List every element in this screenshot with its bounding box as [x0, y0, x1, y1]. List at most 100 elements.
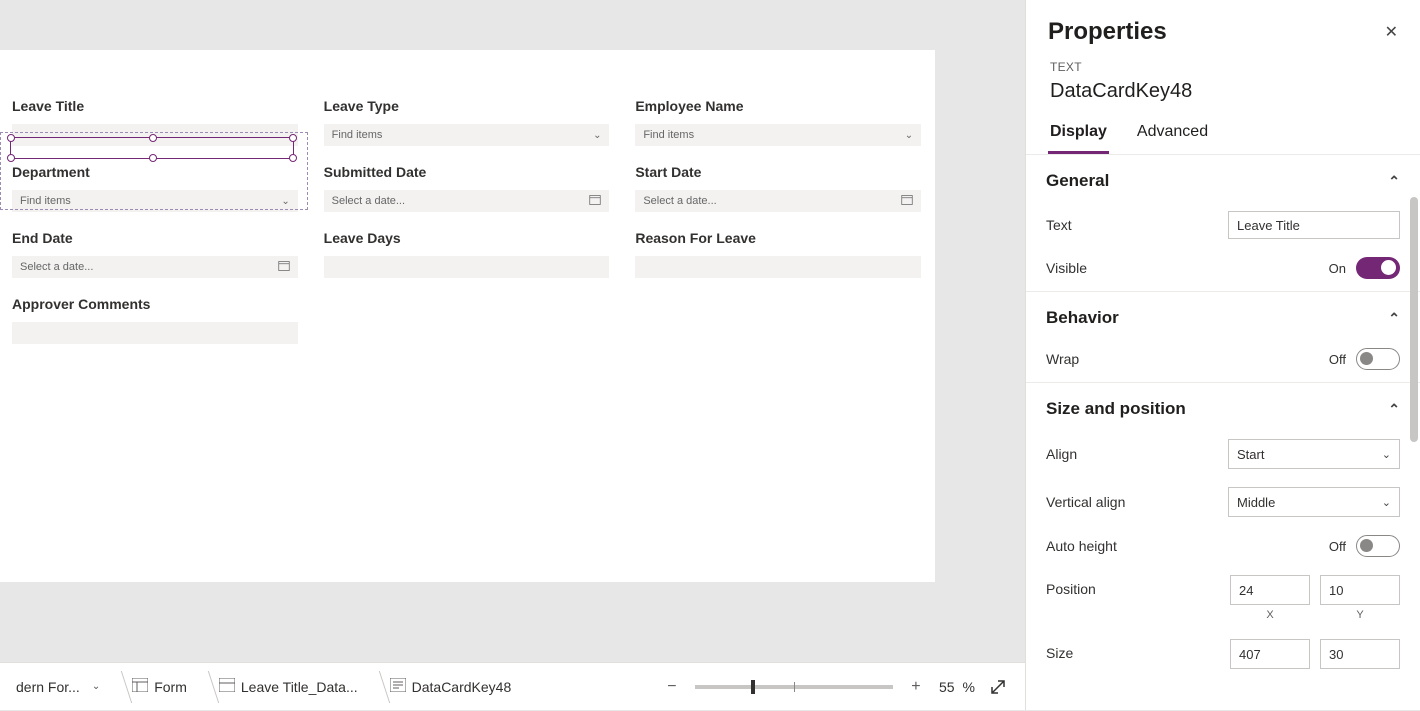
- breadcrumb-item-form[interactable]: Form: [122, 674, 197, 699]
- breadcrumb-item-datacard[interactable]: Leave Title_Data...: [209, 674, 368, 699]
- card-reason-for-leave[interactable]: Reason For Leave: [623, 212, 935, 278]
- chevron-up-icon: ⌃: [1388, 401, 1400, 418]
- position-y-input[interactable]: [1320, 575, 1400, 605]
- text-value-input[interactable]: [1228, 211, 1400, 239]
- valign-select[interactable]: Middle ⌄: [1228, 487, 1400, 517]
- card-icon: [219, 678, 235, 695]
- size-width-input[interactable]: [1230, 639, 1310, 669]
- form-icon: [132, 678, 148, 695]
- section-title: General: [1046, 171, 1109, 191]
- text-input[interactable]: [324, 256, 610, 278]
- prop-vertical-align: Vertical align Middle ⌄: [1044, 481, 1402, 529]
- chevron-down-icon[interactable]: ⌄: [92, 681, 100, 692]
- prop-label: Align: [1046, 446, 1228, 462]
- toggle-state-text: Off: [1329, 352, 1346, 367]
- breadcrumb-item-control[interactable]: DataCardKey48: [380, 674, 522, 699]
- size-height-input[interactable]: [1320, 639, 1400, 669]
- selected-control-outline[interactable]: [10, 137, 294, 159]
- card-approver-comments[interactable]: Approver Comments: [0, 278, 312, 344]
- chevron-down-icon: ⌄: [593, 130, 601, 141]
- date-input[interactable]: Select a date...: [12, 256, 298, 278]
- canvas-area: Leave Title Leave Type Find items ⌄ Empl…: [0, 0, 1025, 710]
- position-x-input[interactable]: [1230, 575, 1310, 605]
- breadcrumb-label: DataCardKey48: [412, 679, 512, 695]
- expand-icon[interactable]: [989, 678, 1007, 696]
- card-label: Reason For Leave: [635, 230, 927, 246]
- date-input[interactable]: Select a date...: [635, 190, 921, 212]
- placeholder: Select a date...: [20, 261, 93, 273]
- breadcrumb-separator: [110, 663, 122, 711]
- prop-auto-height: Auto height Off: [1044, 529, 1402, 569]
- card-submitted-date[interactable]: Submitted Date Select a date...: [312, 146, 624, 212]
- resize-handle[interactable]: [289, 154, 297, 162]
- dropdown-input[interactable]: Find items ⌄: [324, 124, 610, 146]
- chevron-down-icon: ⌄: [905, 130, 913, 141]
- prop-visible: Visible On: [1044, 251, 1402, 291]
- section-size-position: Size and position ⌃ Align Start ⌄ Vertic…: [1026, 383, 1420, 681]
- slider-thumb[interactable]: [751, 680, 755, 694]
- panel-title: Properties: [1048, 18, 1167, 46]
- prop-wrap: Wrap Off: [1044, 342, 1402, 382]
- zoom-slider[interactable]: [695, 685, 893, 689]
- text-control-icon: [390, 678, 406, 695]
- tab-display[interactable]: Display: [1048, 117, 1109, 154]
- chevron-down-icon: ⌄: [1382, 496, 1391, 509]
- select-value: Start: [1237, 447, 1264, 462]
- text-input[interactable]: [635, 256, 921, 278]
- wrap-toggle[interactable]: [1356, 348, 1400, 370]
- section-header[interactable]: Behavior ⌃: [1044, 292, 1402, 342]
- resize-handle[interactable]: [7, 154, 15, 162]
- properties-panel: Properties ✕ TEXT DataCardKey48 Display …: [1025, 0, 1420, 710]
- section-title: Behavior: [1046, 308, 1119, 328]
- prop-label: Position: [1046, 575, 1230, 597]
- resize-handle[interactable]: [149, 134, 157, 142]
- control-name: DataCardKey48: [1026, 74, 1420, 117]
- prop-label: Wrap: [1046, 351, 1329, 367]
- text-input[interactable]: [12, 322, 298, 344]
- calendar-icon: [901, 194, 913, 209]
- prop-label: Auto height: [1046, 538, 1329, 554]
- chevron-up-icon: ⌃: [1388, 310, 1400, 327]
- card-label: Leave Type: [324, 98, 616, 114]
- section-header[interactable]: Size and position ⌃: [1044, 383, 1402, 433]
- breadcrumb-separator: [197, 663, 209, 711]
- card-employee-name[interactable]: Employee Name Find items ⌄: [623, 80, 935, 146]
- align-select[interactable]: Start ⌄: [1228, 439, 1400, 469]
- resize-handle[interactable]: [289, 134, 297, 142]
- chevron-down-icon: ⌄: [1382, 448, 1391, 461]
- zoom-in-button[interactable]: +: [907, 678, 925, 696]
- axis-label-x: X: [1266, 609, 1273, 621]
- placeholder: Find items: [643, 129, 694, 141]
- prop-label: Text: [1046, 217, 1228, 233]
- autoheight-toggle[interactable]: [1356, 535, 1400, 557]
- card-label: Leave Days: [324, 230, 616, 246]
- breadcrumb-label: dern For...: [16, 679, 80, 695]
- breadcrumb-item-screen[interactable]: dern For... ⌄: [6, 675, 110, 699]
- card-leave-days[interactable]: Leave Days: [312, 212, 624, 278]
- resize-handle[interactable]: [149, 154, 157, 162]
- card-leave-type[interactable]: Leave Type Find items ⌄: [312, 80, 624, 146]
- section-title: Size and position: [1046, 399, 1186, 419]
- zoom-value: 55: [939, 679, 955, 695]
- select-value: Middle: [1237, 495, 1275, 510]
- chevron-up-icon: ⌃: [1388, 173, 1400, 190]
- date-input[interactable]: Select a date...: [324, 190, 610, 212]
- form-canvas[interactable]: Leave Title Leave Type Find items ⌄ Empl…: [0, 50, 935, 582]
- zoom-out-button[interactable]: −: [663, 678, 681, 696]
- calendar-icon: [589, 194, 601, 209]
- tab-advanced[interactable]: Advanced: [1135, 117, 1210, 154]
- axis-label-y: Y: [1356, 609, 1363, 621]
- section-header[interactable]: General ⌃: [1044, 155, 1402, 205]
- scrollbar[interactable]: [1410, 197, 1418, 442]
- card-start-date[interactable]: Start Date Select a date...: [623, 146, 935, 212]
- section-general: General ⌃ Text Visible On: [1026, 155, 1420, 292]
- visible-toggle[interactable]: [1356, 257, 1400, 279]
- placeholder: Find items: [332, 129, 383, 141]
- control-type-label: TEXT: [1026, 54, 1420, 74]
- properties-tabs: Display Advanced: [1026, 117, 1420, 155]
- toggle-state-text: On: [1329, 261, 1346, 276]
- dropdown-input[interactable]: Find items ⌄: [635, 124, 921, 146]
- card-end-date[interactable]: End Date Select a date...: [0, 212, 312, 278]
- resize-handle[interactable]: [7, 134, 15, 142]
- close-icon[interactable]: ✕: [1385, 22, 1398, 42]
